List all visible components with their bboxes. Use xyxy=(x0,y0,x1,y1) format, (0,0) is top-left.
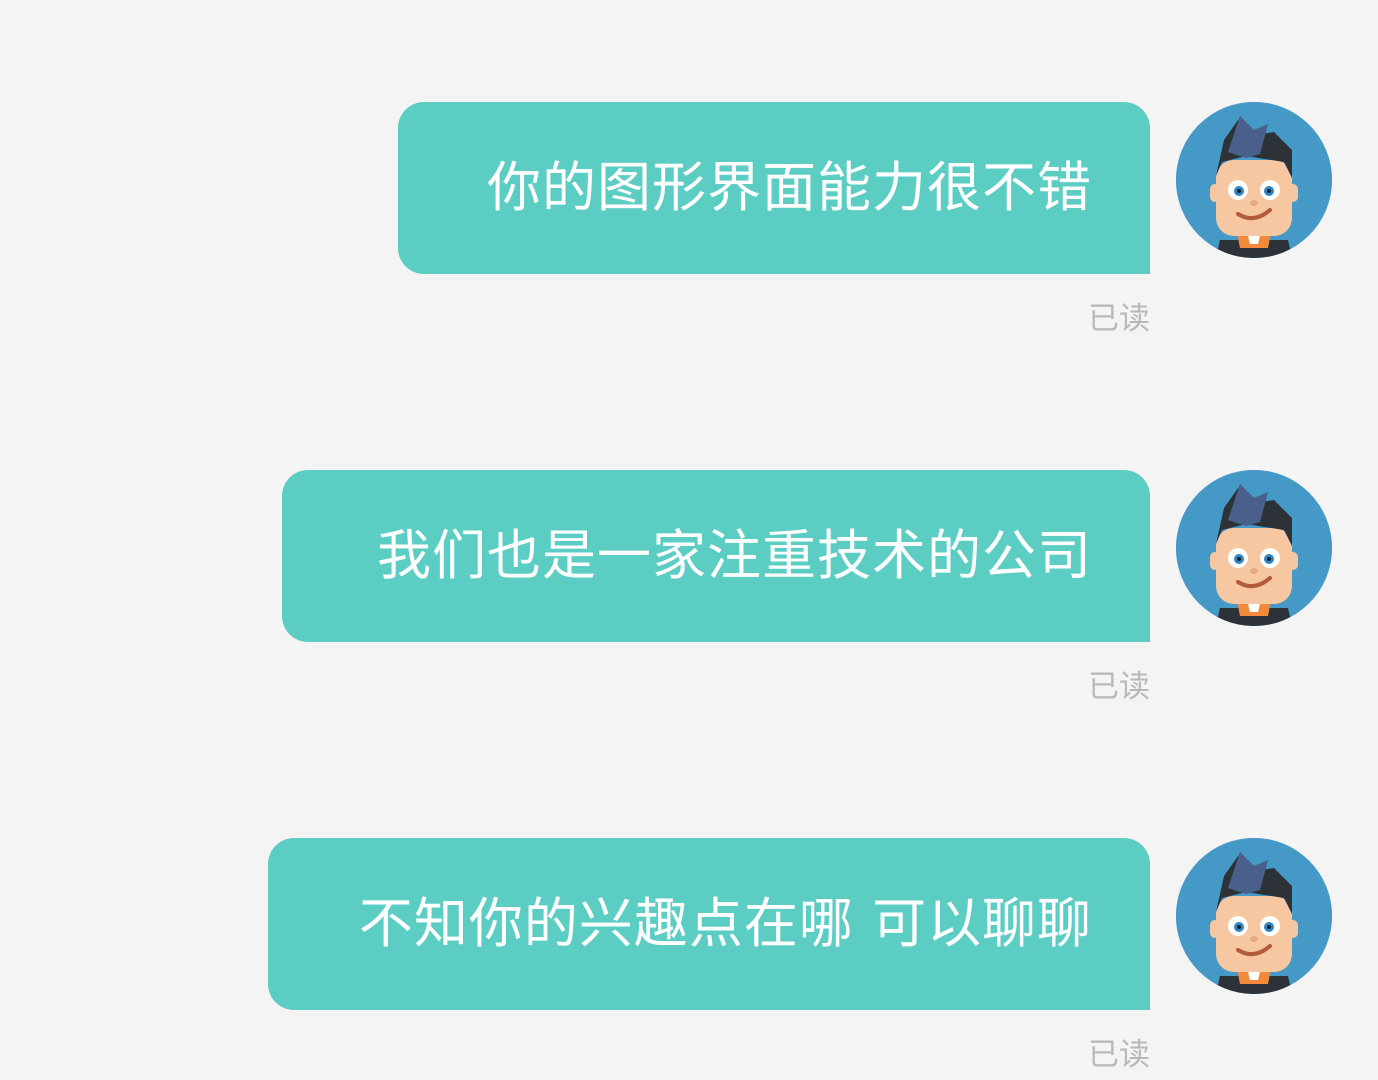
cartoon-man-icon xyxy=(1176,470,1332,626)
chat-view: 你的图形界面能力很不错 已读 我们也是一家注重技术的公司 已读 不知你的兴趣点在… xyxy=(0,0,1378,1080)
cartoon-man-icon xyxy=(1176,102,1332,258)
message-row: 我们也是一家注重技术的公司 已读 xyxy=(0,470,1378,750)
avatar[interactable] xyxy=(1176,470,1332,626)
message-row: 你的图形界面能力很不错 已读 xyxy=(0,102,1378,382)
read-status: 已读 xyxy=(1088,301,1150,337)
read-status: 已读 xyxy=(1088,1037,1150,1073)
message-text: 我们也是一家注重技术的公司 xyxy=(377,524,1092,587)
message-text: 不知你的兴趣点在哪 可以聊聊 xyxy=(358,892,1092,955)
message-row: 不知你的兴趣点在哪 可以聊聊 已读 xyxy=(0,838,1378,1080)
message-text: 你的图形界面能力很不错 xyxy=(487,156,1092,219)
cartoon-man-icon xyxy=(1176,838,1332,994)
avatar[interactable] xyxy=(1176,102,1332,258)
message-bubble[interactable]: 不知你的兴趣点在哪 可以聊聊 xyxy=(268,838,1150,1010)
message-bubble[interactable]: 你的图形界面能力很不错 xyxy=(398,102,1150,274)
read-status: 已读 xyxy=(1088,669,1150,705)
avatar[interactable] xyxy=(1176,838,1332,994)
message-bubble[interactable]: 我们也是一家注重技术的公司 xyxy=(282,470,1150,642)
